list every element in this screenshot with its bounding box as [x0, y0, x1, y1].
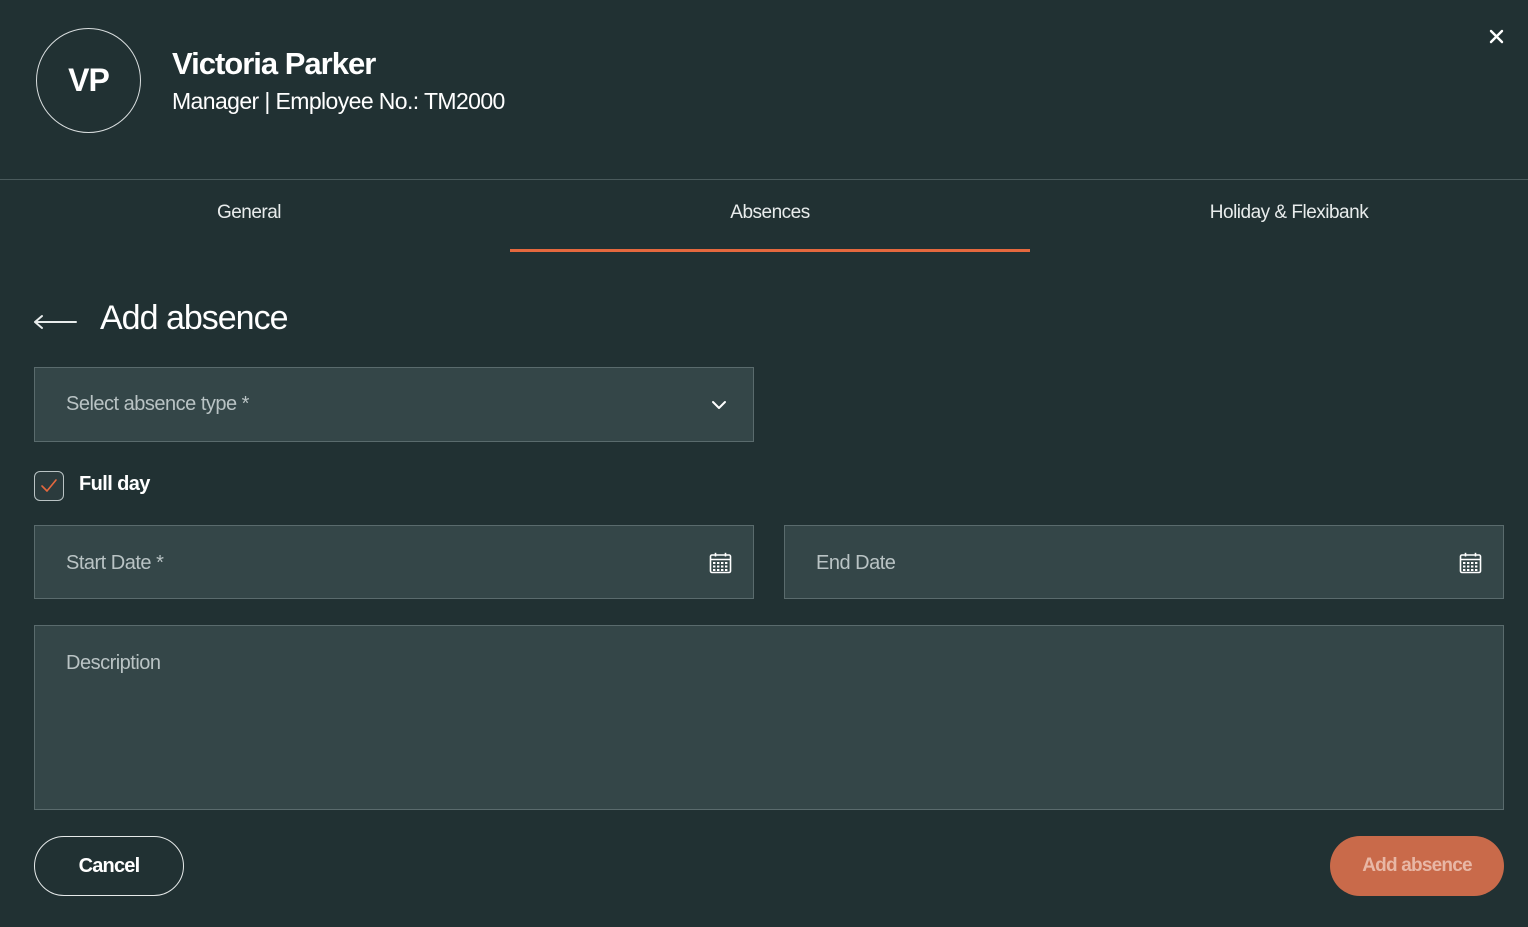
end-date-field[interactable]: End Date [784, 525, 1504, 599]
tab-holiday-flexibank[interactable]: Holiday & Flexibank [1030, 180, 1528, 252]
chevron-down-icon [712, 401, 726, 409]
start-date-field[interactable]: Start Date * [34, 525, 754, 599]
end-date-placeholder: End Date [816, 552, 896, 574]
employee-header: VP Victoria Parker Manager | Employee No… [0, 0, 1528, 180]
description-textarea[interactable]: Description [34, 625, 1504, 810]
employee-subtitle: Manager | Employee No.: TM2000 [172, 88, 505, 114]
tab-absences[interactable]: Absences [510, 180, 1030, 252]
close-icon [1489, 29, 1503, 43]
calendar-icon[interactable] [709, 552, 732, 574]
absence-type-placeholder: Select absence type * [66, 393, 249, 415]
tab-general[interactable]: General [0, 180, 498, 252]
add-absence-button[interactable]: Add absence [1330, 836, 1504, 896]
tab-bar: General Absences Holiday & Flexibank [0, 180, 1528, 252]
absence-type-select[interactable]: Select absence type * [34, 367, 754, 442]
full-day-label[interactable]: Full day [79, 473, 150, 496]
employee-name: Victoria Parker [172, 46, 376, 81]
description-placeholder: Description [66, 652, 161, 674]
employee-modal: VP Victoria Parker Manager | Employee No… [0, 0, 1528, 927]
avatar: VP [36, 28, 141, 133]
check-icon [41, 479, 57, 492]
arrow-left-icon[interactable] [32, 312, 78, 332]
close-button[interactable] [1482, 22, 1510, 50]
section-title: Add absence [100, 299, 288, 337]
cancel-button[interactable]: Cancel [34, 836, 184, 896]
calendar-icon[interactable] [1459, 552, 1482, 574]
full-day-checkbox[interactable] [34, 471, 64, 501]
start-date-placeholder: Start Date * [66, 552, 164, 574]
